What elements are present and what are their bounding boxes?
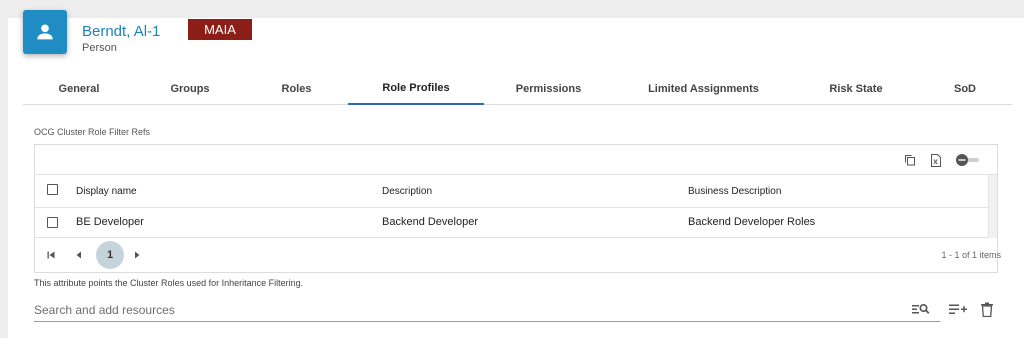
table-row[interactable]: BE Developer Backend Developer Backend D… bbox=[35, 208, 997, 238]
select-all-checkbox[interactable] bbox=[47, 184, 58, 195]
column-header-display-name[interactable]: Display name bbox=[76, 186, 137, 197]
tab-limited-assignments[interactable]: Limited Assignments bbox=[613, 73, 794, 104]
attribute-hint: This attribute points the Cluster Roles … bbox=[34, 278, 304, 288]
search-input[interactable] bbox=[34, 298, 940, 322]
grid-scrollbar[interactable] bbox=[988, 175, 997, 238]
copy-icon[interactable] bbox=[903, 153, 917, 167]
section-title: OCG Cluster Role Filter Refs bbox=[34, 127, 151, 137]
tab-permissions[interactable]: Permissions bbox=[484, 73, 613, 104]
tab-risk-state[interactable]: Risk State bbox=[794, 73, 918, 104]
cell-business-description: Backend Developer Roles bbox=[688, 216, 816, 228]
column-header-description[interactable]: Description bbox=[382, 186, 432, 197]
grid-toolbar bbox=[35, 145, 997, 175]
current-page-button[interactable]: 1 bbox=[96, 241, 124, 269]
tab-groups[interactable]: Groups bbox=[135, 73, 245, 104]
toggle-switch[interactable] bbox=[955, 153, 981, 167]
cell-description: Backend Developer bbox=[382, 216, 479, 228]
status-badge: MAIA bbox=[188, 19, 252, 40]
tab-sod[interactable]: SoD bbox=[918, 73, 1012, 104]
search-list-icon[interactable] bbox=[912, 300, 930, 318]
column-header-business-description[interactable]: Business Description bbox=[688, 186, 781, 197]
tab-bar: General Groups Roles Role Profiles Permi… bbox=[23, 73, 1012, 105]
previous-page-icon[interactable] bbox=[73, 248, 85, 262]
person-name: Berndt, Al-1 bbox=[82, 23, 161, 40]
detail-card: Berndt, Al-1 Person MAIA General Groups … bbox=[8, 10, 1024, 338]
grid-header-row: Display name Description Business Descri… bbox=[35, 175, 997, 208]
pager-info: 1 - 1 of 1 items bbox=[941, 250, 1001, 260]
excel-export-icon[interactable] bbox=[929, 153, 943, 167]
tab-general[interactable]: General bbox=[23, 73, 135, 104]
next-page-icon[interactable] bbox=[131, 248, 143, 262]
add-list-icon[interactable] bbox=[949, 300, 967, 318]
grid-pager: 1 1 - 1 of 1 items bbox=[35, 238, 1001, 273]
delete-icon[interactable] bbox=[978, 300, 996, 318]
person-icon bbox=[37, 24, 53, 40]
tab-roles[interactable]: Roles bbox=[245, 73, 348, 104]
first-page-icon[interactable] bbox=[45, 248, 57, 262]
row-checkbox[interactable] bbox=[47, 217, 58, 228]
object-type: Person bbox=[82, 42, 117, 54]
cell-display-name: BE Developer bbox=[76, 216, 144, 228]
person-avatar bbox=[23, 10, 67, 54]
tab-role-profiles[interactable]: Role Profiles bbox=[348, 73, 484, 105]
roles-grid: Display name Description Business Descri… bbox=[34, 144, 1001, 273]
